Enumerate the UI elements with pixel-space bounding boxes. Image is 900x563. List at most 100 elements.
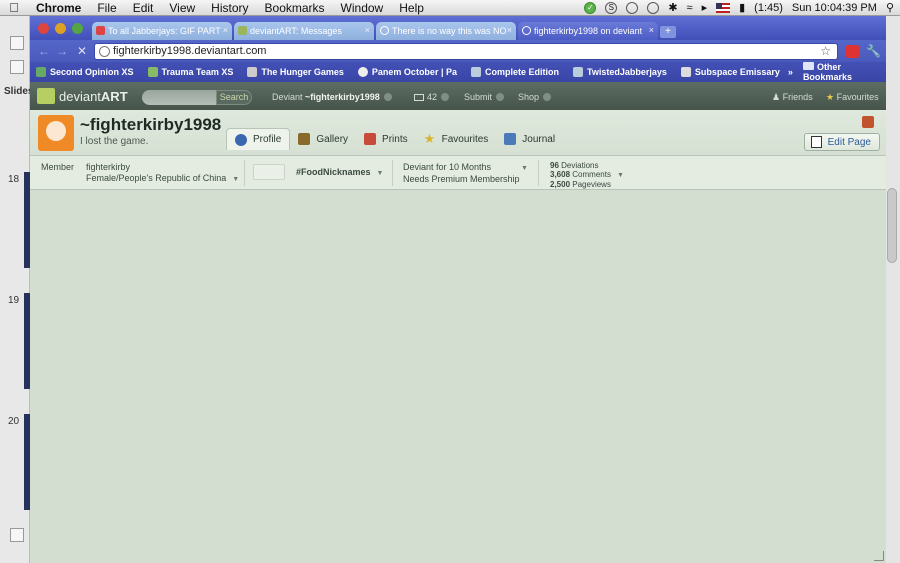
timemachine-tray-icon[interactable]	[647, 1, 660, 14]
bookmark-item[interactable]: Second Opinion XS	[36, 67, 134, 77]
favourites-link[interactable]: ★ Favourites	[826, 92, 879, 103]
tab-favourites[interactable]: ★ Favourites	[416, 128, 497, 150]
battery-time[interactable]: (1:45)	[754, 2, 783, 14]
clock[interactable]: Sun 10:04:39 PM	[792, 2, 877, 14]
skype-tray-icon[interactable]: S	[605, 1, 618, 14]
input-source-flag-icon[interactable]	[716, 2, 731, 13]
bookmark-item[interactable]: TwistedJabberjays	[572, 67, 667, 77]
battery-icon[interactable]: ▮	[739, 1, 745, 14]
volume-icon[interactable]: ▸	[702, 1, 708, 14]
folder-icon	[802, 62, 814, 70]
comments-count: 3,608	[550, 170, 571, 179]
address-url: fighterkirby1998.deviantart.com	[113, 45, 267, 57]
evernote-tray-icon[interactable]: ✓	[584, 1, 597, 14]
slide-number: 18	[8, 174, 20, 185]
member-location-row: Female/People's Republic of China ▼	[86, 173, 239, 185]
address-bar[interactable]: fighterkirby1998.deviantart.com ☆	[94, 43, 838, 60]
menu-bookmarks[interactable]: Bookmarks	[257, 1, 333, 15]
stop-loading-icon[interactable]: ✕	[74, 44, 90, 58]
chrome-window: To all Jabberjays: GIF PART × deviantART…	[30, 16, 886, 563]
forward-arrow-icon[interactable]: →	[54, 44, 70, 58]
shop-menu[interactable]: Shop	[518, 92, 552, 102]
apple-menu-icon[interactable]: 	[0, 0, 28, 15]
browser-tab[interactable]: deviantART: Messages ×	[234, 22, 374, 40]
menu-view[interactable]: View	[161, 1, 203, 15]
close-window-button[interactable]	[38, 23, 49, 34]
wifi-icon[interactable]: ≈	[687, 2, 693, 14]
messages-menu[interactable]: 42	[414, 92, 450, 102]
search-button[interactable]: Search	[216, 90, 252, 105]
tab-gallery[interactable]: Gallery	[290, 128, 356, 150]
hashtag-menu[interactable]: #FoodNicknames ▼	[296, 167, 383, 179]
bookmark-item[interactable]: Panem October | Pa	[357, 67, 457, 77]
close-tab-icon[interactable]: ×	[649, 25, 654, 35]
thumbs-up-button[interactable]	[253, 164, 285, 180]
background-app-scrollbar[interactable]	[885, 16, 900, 563]
profile-username[interactable]: ~fighterkirby1998	[80, 115, 221, 135]
bookmark-item[interactable]: Trauma Team XS	[147, 67, 233, 77]
divider	[244, 160, 245, 186]
menubar-status-area: ✓ S ✱ ≈ ▸ ▮ (1:45) Sun 10:04:39 PM ⚲	[584, 1, 900, 14]
shop-label: Shop	[518, 92, 540, 102]
tab-prints[interactable]: Prints	[356, 128, 416, 150]
dropdown-circle-icon	[543, 93, 552, 101]
close-tab-icon[interactable]: ×	[223, 25, 228, 35]
back-arrow-icon[interactable]: ←	[36, 44, 52, 58]
menu-app-chrome[interactable]: Chrome	[28, 1, 89, 15]
bookmark-star-icon[interactable]: ☆	[820, 44, 831, 59]
gmail-extension-icon[interactable]	[846, 45, 859, 58]
bg-pointer-tool-icon[interactable]	[10, 528, 24, 542]
wrench-menu-icon[interactable]: 🔧	[866, 45, 881, 58]
submit-menu[interactable]: Submit	[464, 92, 505, 102]
badge-icon[interactable]	[862, 116, 874, 128]
tab-profile[interactable]: Profile	[226, 128, 291, 150]
bg-toolbar-icon[interactable]	[10, 60, 24, 74]
close-tab-icon[interactable]: ×	[365, 25, 370, 35]
avatar[interactable]	[38, 115, 74, 151]
bg-toolbar-icon[interactable]	[10, 36, 24, 50]
bookmark-item[interactable]: Complete Edition	[470, 67, 559, 77]
browser-tab[interactable]: There is no way this was NO ×	[376, 22, 516, 40]
tab-label: Journal	[522, 133, 556, 145]
new-tab-button[interactable]: +	[660, 26, 676, 38]
window-resize-handle[interactable]	[874, 551, 884, 561]
menu-file[interactable]: File	[89, 1, 124, 15]
friends-link[interactable]: ♟ Friends	[772, 92, 813, 103]
tab-label: Favourites	[441, 133, 489, 145]
search-input[interactable]	[142, 90, 218, 105]
browser-tab[interactable]: To all Jabberjays: GIF PART ×	[92, 22, 232, 40]
profile-tagline: I lost the game.	[80, 136, 149, 147]
zoom-window-button[interactable]	[72, 23, 83, 34]
deviant-menu[interactable]: Deviant ~fighterkirby1998	[272, 92, 392, 102]
tab-label: Gallery	[316, 133, 349, 145]
stats-counts[interactable]: 96 Deviations 3,608 Comments ▼ 2,500 Page…	[550, 161, 624, 189]
other-bookmarks[interactable]: Other Bookmarks	[802, 62, 878, 82]
menu-edit[interactable]: Edit	[125, 1, 162, 15]
menu-window[interactable]: Window	[333, 1, 392, 15]
bookmark-label: Complete Edition	[484, 67, 559, 77]
minimize-window-button[interactable]	[55, 23, 66, 34]
scrollbar-thumb[interactable]	[887, 188, 897, 263]
tab-title: There is no way this was NO	[392, 26, 507, 36]
tab-title: To all Jabberjays: GIF PART	[108, 26, 221, 36]
edit-page-button[interactable]: Edit Page	[803, 133, 880, 151]
bookmark-item[interactable]: Subspace Emissary	[680, 67, 780, 77]
bookmark-favicon-icon	[680, 67, 691, 77]
close-tab-icon[interactable]: ×	[507, 25, 512, 35]
member-info[interactable]: fighterkirby Female/People's Republic of…	[86, 162, 239, 185]
tab-journal[interactable]: Journal	[496, 128, 563, 150]
chevron-down-icon: ▼	[616, 172, 624, 179]
chevron-down-icon: ▼	[376, 170, 384, 177]
bookmark-item[interactable]: The Hunger Games	[247, 67, 344, 77]
menu-history[interactable]: History	[203, 1, 256, 15]
deviantart-logo[interactable]: deviant ART	[37, 88, 128, 104]
menu-help[interactable]: Help	[391, 1, 432, 15]
browser-tab-active[interactable]: fighterkirby1998 on deviant ×	[518, 22, 658, 40]
deviant-age-info[interactable]: Deviant for 10 Months ▼ Needs Premium Mem…	[403, 162, 528, 185]
chevron-double-right-icon[interactable]: »	[788, 67, 793, 77]
bookmark-label: Second Opinion XS	[50, 67, 134, 77]
chat-tray-icon[interactable]	[626, 1, 639, 14]
spotlight-icon[interactable]: ⚲	[886, 1, 894, 14]
bluetooth-icon[interactable]: ✱	[668, 1, 677, 14]
divider	[538, 160, 539, 186]
